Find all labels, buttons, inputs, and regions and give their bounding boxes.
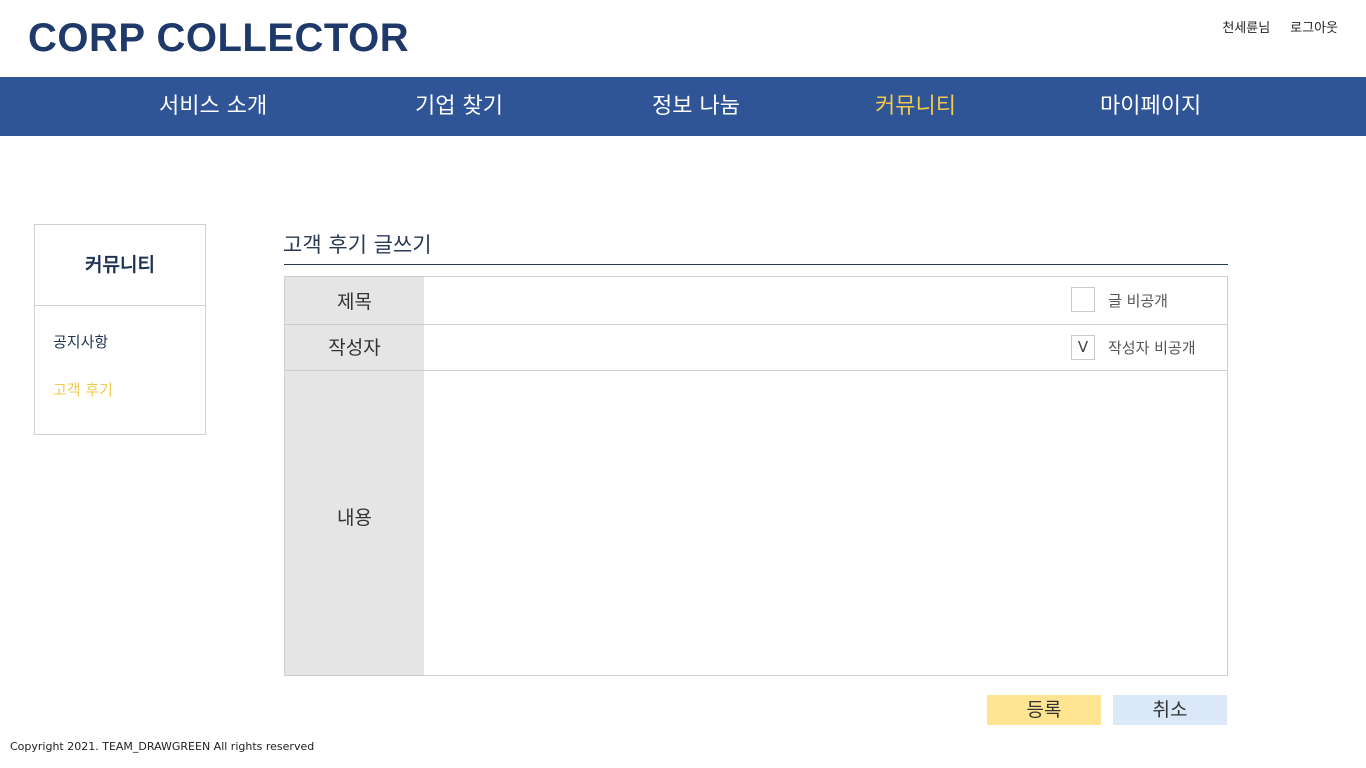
- private-author-label[interactable]: 작성자 비공개: [1108, 337, 1196, 358]
- sidebar: 커뮤니티 공지사항 고객 후기: [34, 224, 206, 435]
- user-bar: 천세륜님 로그아웃: [1222, 17, 1338, 36]
- cancel-button[interactable]: 취소: [1113, 695, 1227, 725]
- author-input[interactable]: [425, 332, 1065, 362]
- nav-item-info-share[interactable]: 정보 나눔: [652, 77, 740, 136]
- sidebar-item-reviews[interactable]: 고객 후기: [53, 379, 113, 400]
- sidebar-title: 커뮤니티: [35, 225, 205, 306]
- nav-item-service-intro[interactable]: 서비스 소개: [159, 77, 267, 136]
- footer-copyright: Copyright 2021. TEAM_DRAWGREEN All right…: [10, 740, 315, 753]
- content-label: 내용: [337, 507, 372, 529]
- title-divider: [284, 264, 1228, 265]
- nav-item-find-company[interactable]: 기업 찾기: [415, 77, 503, 136]
- main-nav: 서비스 소개 기업 찾기 정보 나눔 커뮤니티 마이페이지: [0, 77, 1366, 136]
- title-label: 제목: [337, 291, 372, 313]
- private-post-label[interactable]: 글 비공개: [1108, 290, 1168, 311]
- private-post-checkbox[interactable]: [1071, 287, 1095, 312]
- author-label: 작성자: [328, 337, 381, 359]
- submit-button[interactable]: 등록: [987, 695, 1101, 725]
- sidebar-item-notice[interactable]: 공지사항: [53, 331, 108, 352]
- title-input[interactable]: [425, 285, 1065, 315]
- nav-item-community[interactable]: 커뮤니티: [875, 77, 956, 136]
- content-textarea[interactable]: [425, 379, 1215, 667]
- private-author-checkbox[interactable]: V: [1071, 335, 1095, 360]
- nav-item-mypage[interactable]: 마이페이지: [1100, 77, 1201, 136]
- logout-link[interactable]: 로그아웃: [1290, 17, 1338, 36]
- row-divider: [285, 370, 1227, 371]
- review-form: 제목 글 비공개 작성자 V 작성자 비공개 내용: [284, 276, 1228, 676]
- site-logo[interactable]: CORP COLLECTOR: [28, 16, 409, 61]
- page-title: 고객 후기 글쓰기: [283, 233, 432, 257]
- user-name-link[interactable]: 천세륜님: [1222, 17, 1270, 36]
- row-divider: [285, 324, 1227, 325]
